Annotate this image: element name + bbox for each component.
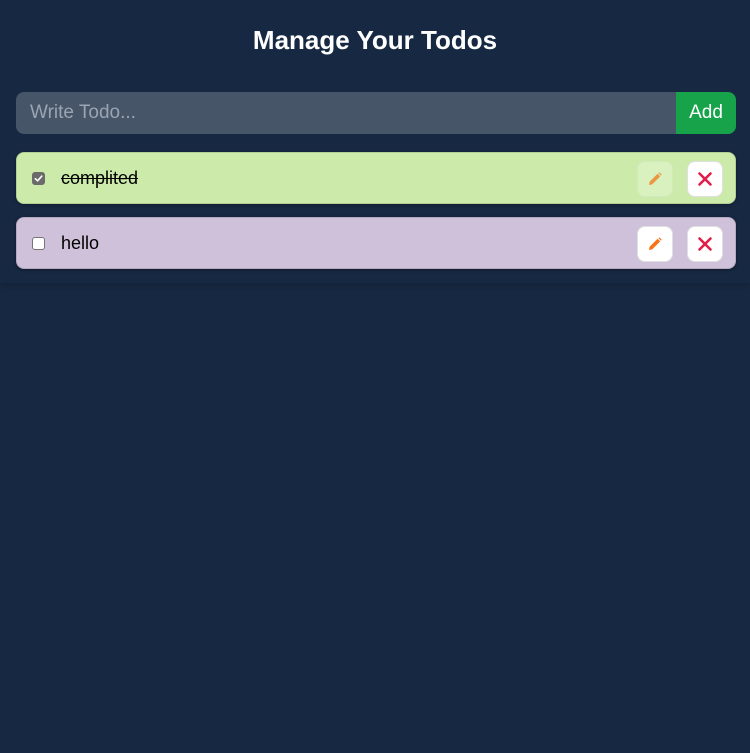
check-icon (34, 175, 43, 182)
todo-item: complited (16, 152, 736, 204)
todo-checkbox[interactable] (32, 172, 45, 185)
todo-input[interactable] (16, 92, 676, 134)
todo-panel: Manage Your Todos Add complited (0, 0, 750, 283)
todo-item: hello (16, 217, 736, 269)
add-button[interactable]: Add (676, 92, 736, 134)
todo-checkbox[interactable] (32, 237, 45, 250)
delete-button[interactable] (687, 226, 723, 262)
todo-text: hello (61, 233, 100, 253)
edit-button[interactable] (637, 226, 673, 262)
close-icon (698, 172, 712, 186)
close-icon (698, 237, 712, 251)
delete-button[interactable] (687, 161, 723, 197)
pencil-icon (649, 172, 662, 185)
page-title: Manage Your Todos (252, 25, 498, 55)
todo-text: complited (61, 168, 139, 188)
todo-form: Add (16, 92, 736, 134)
pencil-icon (649, 237, 662, 250)
todo-app: Manage Your Todos Add complited (0, 0, 750, 753)
edit-button[interactable] (637, 161, 673, 197)
